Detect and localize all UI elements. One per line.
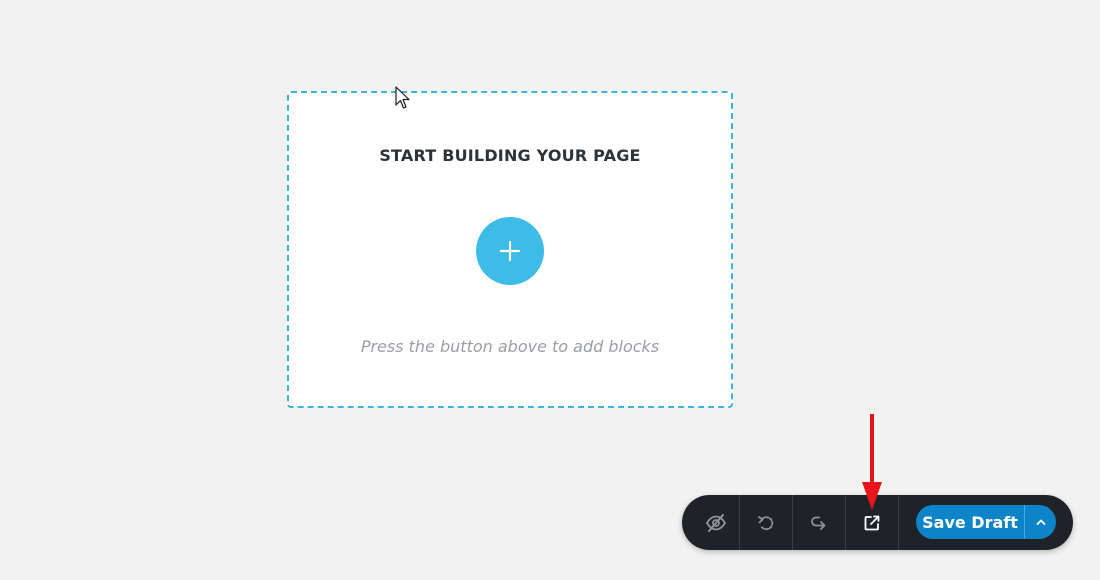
annotation-arrow <box>862 414 882 510</box>
undo-icon <box>758 515 774 530</box>
save-draft-group: Save Draft <box>916 505 1056 539</box>
add-block-button[interactable] <box>476 217 544 285</box>
save-options-button[interactable] <box>1025 505 1056 539</box>
plus-icon <box>499 240 521 262</box>
toggle-visibility-button[interactable] <box>692 495 739 550</box>
drop-zone-hint: Press the button above to add blocks <box>360 337 660 356</box>
external-link-icon <box>864 515 880 530</box>
eye-off-icon <box>705 513 726 532</box>
chevron-up-icon <box>1036 519 1045 525</box>
mouse-cursor-icon <box>395 86 410 109</box>
undo-button[interactable] <box>740 495 792 550</box>
save-draft-button[interactable]: Save Draft <box>916 505 1024 539</box>
toolbar-separator <box>898 495 899 550</box>
drop-zone-title: START BUILDING YOUR PAGE <box>379 146 641 165</box>
drop-zone: START BUILDING YOUR PAGE Press the butto… <box>287 91 733 408</box>
redo-icon <box>811 516 826 530</box>
redo-button[interactable] <box>793 495 845 550</box>
